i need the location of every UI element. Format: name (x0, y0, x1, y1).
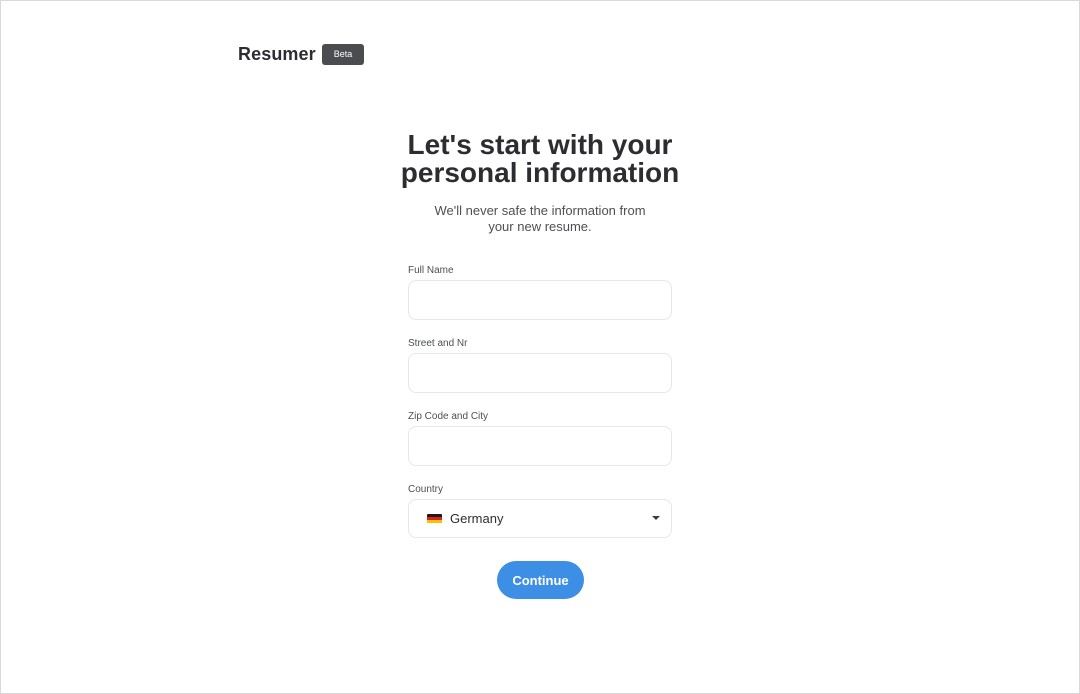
country-label: Country (408, 484, 444, 495)
brand-header: Resumer Beta (238, 44, 365, 65)
full-name-label: Full Name (408, 265, 454, 276)
country-select[interactable]: Germany (408, 499, 672, 538)
flag-stripe-gold (427, 520, 442, 524)
germany-flag-icon (427, 513, 442, 524)
app-logo-text[interactable]: Resumer (238, 44, 316, 65)
page-subtitle: We'll never safe the information from yo… (434, 203, 646, 234)
country-selected-value: Germany (450, 511, 504, 526)
page-title-line-1: Let's start with your (407, 129, 673, 160)
full-name-input[interactable] (408, 280, 672, 320)
page-title-line-2: personal information (400, 157, 680, 188)
street-label: Street and Nr (408, 338, 468, 349)
continue-button[interactable]: Continue (497, 561, 584, 599)
page-title: Let's start with your personal informati… (0, 131, 1080, 187)
zip-city-label: Zip Code and City (408, 411, 489, 422)
zip-city-input[interactable] (408, 426, 672, 466)
beta-badge: Beta (321, 44, 365, 65)
street-input[interactable] (408, 353, 672, 393)
dropdown-caret-icon[interactable] (652, 516, 660, 520)
